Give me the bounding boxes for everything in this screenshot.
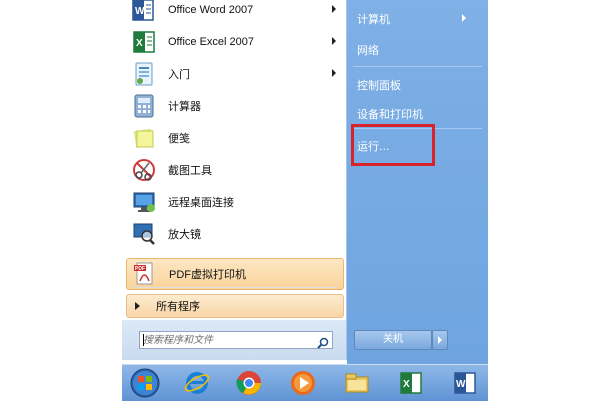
program-item-excel[interactable]: X Office Excel 2007 [126, 26, 344, 58]
taskbar-internet-explorer[interactable] [178, 367, 216, 399]
program-item-remote-desktop[interactable]: 远程桌面连接 [126, 186, 344, 218]
getting-started-icon [131, 61, 157, 87]
play-arrow-icon [135, 302, 140, 310]
program-label: 便笺 [168, 133, 190, 145]
annotation-highlight-box [351, 124, 435, 166]
magnifier-icon [131, 221, 157, 247]
separator [353, 66, 482, 67]
submenu-arrow-icon [332, 37, 336, 45]
program-label: 入门 [168, 69, 190, 81]
start-menu: W Office Word 2007 X Office Excel 2007 入… [122, 0, 488, 370]
program-label: 放大镜 [168, 229, 201, 241]
links-pane: 计算机 网络 控制面板 设备和打印机 运行... 关机 [347, 0, 488, 370]
taskbar: X W [122, 364, 488, 401]
word-icon: W [131, 0, 157, 23]
search-box[interactable] [139, 331, 333, 349]
start-button[interactable] [126, 367, 164, 399]
svg-text:X: X [136, 38, 143, 49]
remote-desktop-icon [131, 189, 157, 215]
chrome-icon [236, 371, 261, 395]
submenu-arrow-icon [332, 69, 336, 77]
program-item-word[interactable]: W Office Word 2007 [126, 0, 344, 26]
program-item-pdf-printer[interactable]: PDF PDF虚拟打印机 [126, 258, 344, 290]
link-devices-printers[interactable]: 设备和打印机 [357, 106, 423, 122]
taskbar-file-explorer[interactable] [338, 367, 376, 399]
chevron-right-icon [438, 336, 442, 344]
program-item-magnifier[interactable]: 放大镜 [126, 218, 344, 250]
program-label: 计算器 [168, 101, 201, 113]
taskbar-chrome[interactable] [230, 367, 268, 399]
program-item-getting-started[interactable]: 入门 [126, 58, 344, 90]
shutdown-button[interactable]: 关机 [354, 330, 432, 350]
link-computer[interactable]: 计算机 [357, 11, 390, 27]
all-programs-label: 所有程序 [156, 300, 200, 313]
program-item-sticky-notes[interactable]: 便笺 [126, 122, 344, 154]
search-input[interactable] [143, 332, 313, 348]
media-player-icon [291, 371, 315, 395]
internet-explorer-icon [184, 372, 210, 394]
snipping-tool-icon [131, 157, 157, 183]
submenu-arrow-icon [462, 14, 466, 22]
program-item-calculator[interactable]: 计算器 [126, 90, 344, 122]
program-label: PDF虚拟打印机 [169, 269, 246, 281]
pdf-printer-icon: PDF [132, 261, 158, 287]
start-orb-icon [130, 368, 160, 398]
excel-icon: X [131, 29, 157, 55]
svg-text:W: W [456, 379, 466, 390]
search-area [122, 320, 346, 360]
calculator-icon [131, 93, 157, 119]
taskbar-word[interactable]: W [446, 367, 484, 399]
program-label: 截图工具 [168, 165, 212, 177]
separator [132, 287, 337, 288]
link-network[interactable]: 网络 [357, 42, 379, 58]
svg-text:W: W [135, 6, 145, 17]
text-caret [143, 334, 144, 346]
svg-text:X: X [403, 379, 410, 390]
shutdown-options-button[interactable] [432, 330, 448, 350]
program-label: Office Word 2007 [168, 4, 254, 16]
search-icon[interactable] [317, 334, 329, 349]
program-item-snipping-tool[interactable]: 截图工具 [126, 154, 344, 186]
file-explorer-icon [345, 373, 369, 393]
svg-text:PDF: PDF [135, 266, 145, 272]
all-programs-button[interactable]: 所有程序 [126, 294, 344, 318]
submenu-arrow-icon [332, 5, 336, 13]
link-control-panel[interactable]: 控制面板 [357, 77, 401, 93]
excel-icon: X [400, 372, 422, 394]
program-label: Office Excel 2007 [168, 36, 255, 48]
sticky-notes-icon [131, 125, 157, 151]
taskbar-media-player[interactable] [284, 367, 322, 399]
taskbar-excel[interactable]: X [392, 367, 430, 399]
word-icon: W [454, 372, 476, 394]
programs-pane: W Office Word 2007 X Office Excel 2007 入… [122, 0, 347, 360]
program-label: 远程桌面连接 [168, 197, 234, 209]
